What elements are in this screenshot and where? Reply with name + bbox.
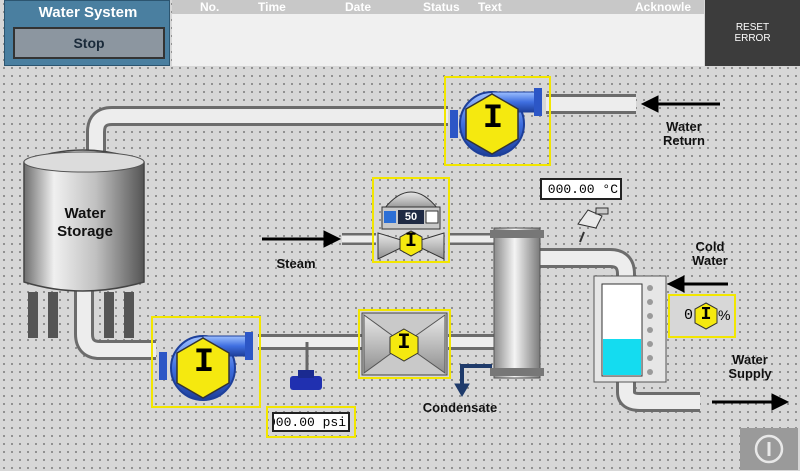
- pressure-frame: 000.00 psi: [266, 406, 356, 438]
- water-return-label: Water Return: [663, 119, 705, 148]
- steam-valve-position: 50: [398, 210, 424, 224]
- steam-valve-status: I: [404, 230, 417, 253]
- level-status-icon: I: [694, 302, 718, 330]
- condensate-label: Condensate: [422, 400, 498, 415]
- steam-control-valve[interactable]: 50 I: [372, 177, 450, 263]
- feed-pump[interactable]: I: [151, 316, 261, 408]
- pressure-sensor-icon: [290, 370, 322, 390]
- water-supply-label: Water Supply: [728, 352, 772, 381]
- return-pump-status: I: [482, 100, 504, 138]
- temperature-readout[interactable]: 000.00 °C: [540, 178, 622, 200]
- tank-icon: [593, 275, 667, 383]
- info-button[interactable]: [740, 428, 798, 470]
- info-icon: [754, 434, 784, 464]
- return-pump[interactable]: I: [444, 76, 551, 166]
- level-unit: %: [718, 307, 731, 323]
- pressure-readout[interactable]: 000.00 psi: [272, 412, 350, 432]
- level-frame: 0 I %: [668, 294, 736, 338]
- heat-exchanger-icon: [490, 227, 544, 379]
- cold-water-label: Cold Water: [692, 239, 728, 268]
- level-prefix: 0: [684, 307, 694, 324]
- hmi-screen: Water System Stop No. Time Date Status T…: [0, 0, 800, 471]
- steam-label: Steam: [276, 256, 316, 271]
- feed-valve[interactable]: I: [358, 309, 451, 379]
- feed-valve-status: I: [397, 330, 411, 355]
- water-storage-label: Water Storage: [57, 205, 113, 240]
- temperature-sensor-icon: [577, 207, 609, 243]
- feed-pump-status: I: [193, 344, 215, 382]
